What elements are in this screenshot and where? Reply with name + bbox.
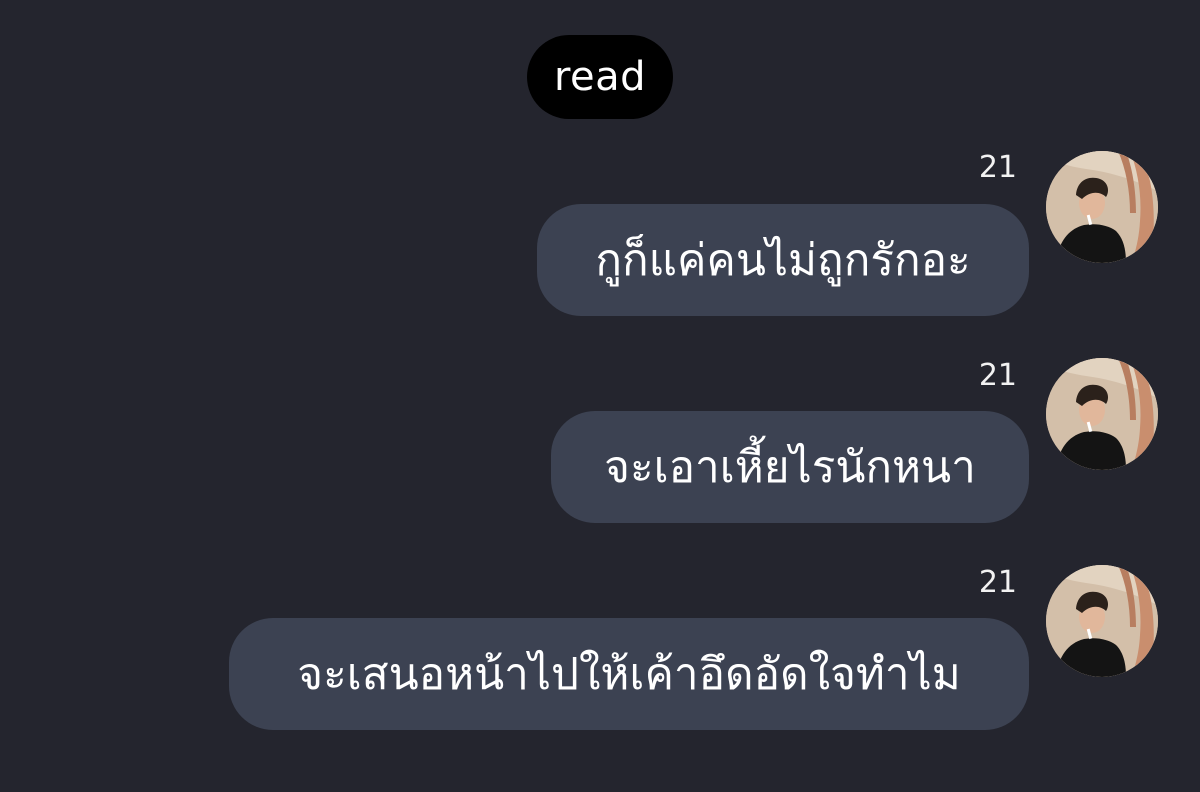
avatar-photo-icon (1046, 565, 1158, 677)
sender-name: 21 (978, 565, 1017, 600)
message-text: จะเสนอหน้าไปให้เค้าอึดอัดใจทำไม (297, 649, 961, 700)
avatar[interactable] (1046, 358, 1158, 470)
read-status-label: read (553, 54, 647, 100)
message-bubble[interactable]: กูก็แค่คนไม่ถูกรักอะ (537, 204, 1029, 316)
avatar-photo-icon (1046, 358, 1158, 470)
read-status-badge: read (527, 35, 673, 119)
message-text: จะเอาเหี้ยไรนักหนา (604, 442, 976, 493)
sender-name: 21 (978, 358, 1017, 393)
message-text: กูก็แค่คนไม่ถูกรักอะ (595, 235, 971, 286)
message-bubble[interactable]: จะเอาเหี้ยไรนักหนา (551, 411, 1029, 523)
sender-name: 21 (978, 150, 1017, 185)
avatar[interactable] (1046, 151, 1158, 263)
message-bubble[interactable]: จะเสนอหน้าไปให้เค้าอึดอัดใจทำไม (229, 618, 1029, 730)
avatar-photo-icon (1046, 151, 1158, 263)
avatar[interactable] (1046, 565, 1158, 677)
